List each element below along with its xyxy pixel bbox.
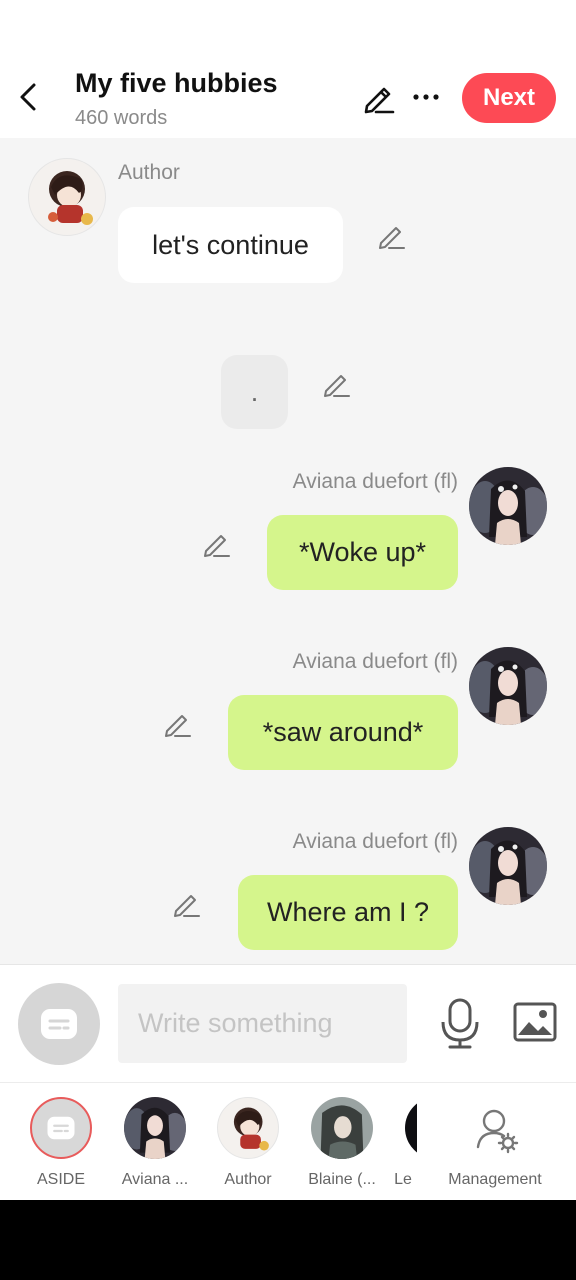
aviana-avatar-art [469,827,547,905]
pencil-icon [174,895,200,917]
microphone-icon [441,998,479,1049]
character-bar: ASIDE Aviana ... Author Blaine (... Le M… [0,1082,576,1200]
more-horizontal-icon [413,94,439,100]
voice-input-button[interactable] [438,997,482,1049]
message-bubble[interactable]: Where am I ? [238,875,458,950]
message-input[interactable] [118,984,407,1063]
aviana-avatar-art [469,647,547,725]
edit-message-button[interactable] [322,369,352,399]
avatar [405,1097,417,1159]
speaker-name: Aviana duefort (fl) [292,470,458,493]
chevron-left-icon [20,83,36,111]
more-options-button[interactable] [411,82,441,112]
speaker-name: Aviana duefort (fl) [292,650,458,673]
character-aside[interactable]: ASIDE [14,1095,106,1195]
message-bubble[interactable]: let's continue [118,207,343,283]
avatar-author[interactable] [28,158,106,236]
speaker-name: Author [118,161,180,184]
edit-message-button[interactable] [202,529,232,559]
character-label: Author [224,1171,272,1188]
message-bubble[interactable]: *Woke up* [267,515,458,590]
app-screen: My five hubbies 460 words Next Author le… [0,0,576,1200]
status-bar [0,0,576,56]
image-icon [513,1002,557,1042]
edit-message-button[interactable] [172,889,202,919]
pencil-icon [165,715,191,737]
character-author[interactable]: Author [201,1095,293,1195]
next-button[interactable]: Next [462,73,556,123]
avatar-aviana[interactable] [469,647,547,725]
system-nav-bar [0,1200,576,1280]
pencil-icon [204,535,230,557]
avatar [124,1097,186,1159]
avatar [311,1097,373,1159]
character-aviana[interactable]: Aviana ... [108,1095,200,1195]
aside-icon [41,1009,77,1039]
input-bar [0,964,576,1082]
word-count: 460 words [75,107,168,129]
page-title: My five hubbies [75,68,278,98]
pencil-icon [379,227,405,249]
chat-area[interactable]: Author let's continue . Aviana duefort (… [0,138,576,964]
edit-message-button[interactable] [377,221,407,251]
pencil-icon [364,87,395,114]
avatar [217,1097,279,1159]
aside-bubble[interactable]: . [221,355,288,429]
pencil-icon [324,375,350,397]
character-label: Management [448,1171,542,1188]
image-upload-button[interactable] [512,1001,558,1043]
character-blaine[interactable]: Blaine (... [295,1095,387,1195]
author-avatar-art [48,171,93,225]
character-le[interactable]: Le [389,1095,417,1195]
character-label: Blaine (... [308,1171,376,1188]
message-bubble[interactable]: *saw around* [228,695,458,770]
speaker-name: Aviana duefort (fl) [292,830,458,853]
aviana-avatar-art [469,467,547,545]
character-management[interactable]: Management [446,1095,544,1195]
character-label: Aviana ... [121,1171,189,1188]
avatar-aviana[interactable] [469,467,547,545]
edit-message-button[interactable] [163,709,193,739]
aside-icon [30,1097,92,1159]
management-icon [464,1097,526,1159]
aside-toggle-button[interactable] [18,983,100,1065]
character-label: ASIDE [36,1171,85,1188]
avatar-aviana[interactable] [469,827,547,905]
character-label: Le [394,1171,412,1188]
header: My five hubbies 460 words Next [0,56,576,138]
back-button[interactable] [14,80,44,114]
edit-title-button[interactable] [362,82,396,114]
